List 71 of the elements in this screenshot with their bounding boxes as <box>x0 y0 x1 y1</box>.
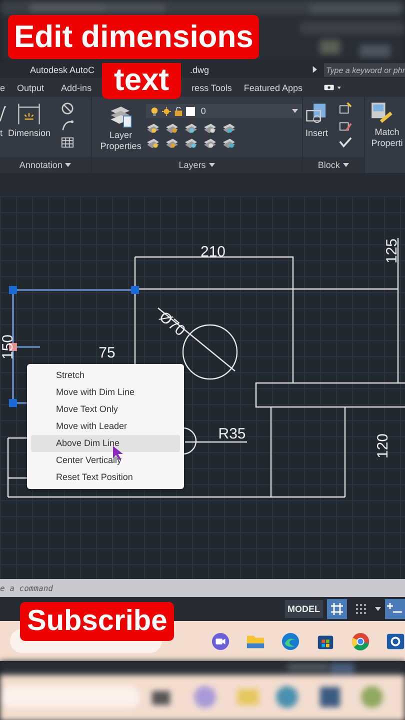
layer-dropdown[interactable]: 0 <box>146 104 302 118</box>
panel-title[interactable]: Block <box>302 157 364 173</box>
sun-icon <box>162 106 171 116</box>
menu-item[interactable]: Move with Dim Line <box>31 384 180 401</box>
ribbon-tab[interactable]: Add-ins <box>61 82 92 92</box>
window-title: .dwg <box>190 65 210 75</box>
table-icon <box>60 136 74 149</box>
expand-icon[interactable] <box>312 66 317 73</box>
camera-icon[interactable] <box>386 632 405 650</box>
layer-tool-icon[interactable] <box>146 137 160 149</box>
match-properties-button[interactable]: Match Properti <box>365 97 405 149</box>
caret-icon <box>65 163 72 167</box>
menu-item[interactable]: Center Vertically <box>31 452 180 469</box>
dimension-text: 120 <box>374 433 392 459</box>
menu-item[interactable]: Move with Leader <box>31 418 180 435</box>
curve-icon <box>60 119 74 132</box>
dimension-text: 75 <box>98 344 116 362</box>
layer-tool-icon[interactable] <box>184 122 198 134</box>
layer-tool-icon[interactable] <box>202 122 217 134</box>
check-icon <box>338 136 352 149</box>
insert-button[interactable]: Insert <box>302 102 331 139</box>
layer-tool-icon[interactable] <box>146 122 160 134</box>
caption-banner: text <box>102 63 182 99</box>
bulb-icon <box>150 106 159 116</box>
menu-item[interactable]: Stretch <box>31 367 180 384</box>
caret-icon <box>292 109 298 113</box>
ribbon-tab[interactable]: Featured Apps <box>244 82 302 92</box>
search-field[interactable]: Type a keyword or phr <box>324 63 405 77</box>
lock-icon <box>174 106 183 116</box>
layer-properties-button[interactable]: Layer Properties <box>98 104 144 152</box>
caption-banner: Edit dimensions <box>8 15 260 59</box>
layer-tool-icon[interactable] <box>184 137 198 149</box>
snap-icon[interactable] <box>385 599 405 619</box>
dimension-text: 150 <box>0 334 16 360</box>
command-field[interactable]: e a command <box>0 579 405 597</box>
dimension-text: Ø70 <box>156 308 188 340</box>
dimension-button[interactable]: Dimension <box>6 102 53 139</box>
ribbon-tab[interactable]: Output <box>17 82 44 92</box>
wave-icon[interactable] <box>281 632 300 650</box>
block-edit-icon <box>338 102 352 115</box>
brush-icon <box>369 101 393 125</box>
layer-tool-icon[interactable] <box>222 122 236 134</box>
grid-icon[interactable] <box>327 599 347 619</box>
text-tool-button[interactable]: t <box>0 102 6 139</box>
no-entry-icon <box>60 102 74 115</box>
dimension-text: R35 <box>218 426 246 442</box>
menu-item[interactable]: Move Text Only <box>31 401 180 418</box>
layer-tool-icon[interactable] <box>164 122 179 134</box>
dimension-text: 125 <box>384 238 400 264</box>
dimension-text: 210 <box>200 244 226 260</box>
ribbon-tab[interactable]: ress Tools <box>192 82 232 92</box>
layers-icon <box>108 104 133 128</box>
model-tab[interactable]: MODEL <box>284 600 323 618</box>
window-title: Autodesk AutoC <box>30 65 95 75</box>
color-swatch-icon <box>186 106 195 116</box>
layer-tool-icon[interactable] <box>222 137 236 149</box>
layer-tool-icon[interactable] <box>202 137 217 149</box>
menu-item[interactable]: Above Dim Line <box>31 435 180 452</box>
panel-title[interactable]: Layers <box>92 157 302 173</box>
caret-icon <box>342 163 349 167</box>
ribbon-tab[interactable]: e <box>0 82 6 92</box>
caret-icon[interactable] <box>375 607 381 611</box>
caret-icon <box>208 163 215 167</box>
round-browser-icon[interactable] <box>351 632 370 650</box>
dimension-icon <box>17 102 42 126</box>
subscribe-banner: Subscribe <box>20 602 174 641</box>
toggle-icon[interactable] <box>324 84 342 91</box>
panel-title[interactable]: Annotation <box>0 157 91 173</box>
video-chat-icon[interactable] <box>211 632 230 650</box>
menu-item[interactable]: Reset Text Position <box>31 469 180 486</box>
layer-tool-icon[interactable] <box>164 137 179 149</box>
